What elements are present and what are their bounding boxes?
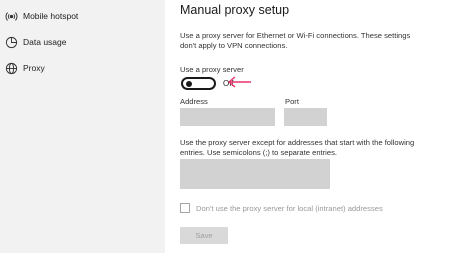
sidebar-item-mobile-hotspot[interactable]: Mobile hotspot: [0, 6, 165, 28]
hotspot-icon: [5, 10, 18, 23]
toggle-knob: [186, 81, 192, 87]
globe-icon: [5, 62, 18, 75]
local-addresses-label: Don't use the proxy server for local (in…: [196, 204, 383, 213]
sidebar-item-label: Data usage: [23, 37, 67, 47]
sidebar-item-label: Proxy: [23, 63, 45, 73]
port-input[interactable]: [284, 108, 327, 126]
arrow-annotation-icon: [228, 76, 251, 88]
use-proxy-toggle[interactable]: [181, 77, 216, 90]
address-input[interactable]: [180, 108, 275, 126]
exceptions-input[interactable]: [180, 159, 330, 189]
address-label: Address: [180, 97, 208, 106]
port-label: Port: [285, 97, 299, 106]
use-proxy-label: Use a proxy server: [180, 65, 244, 74]
local-addresses-checkbox[interactable]: [180, 203, 190, 213]
sidebar-item-label: Mobile hotspot: [23, 11, 79, 21]
sidebar-item-data-usage[interactable]: Data usage: [0, 32, 165, 54]
proxy-description: Use a proxy server for Ethernet or Wi-Fi…: [180, 31, 411, 50]
exceptions-description: Use the proxy server except for addresse…: [180, 138, 415, 157]
save-button[interactable]: Save: [180, 227, 228, 244]
sidebar-item-proxy[interactable]: Proxy: [0, 58, 165, 80]
page-title: Manual proxy setup: [180, 3, 290, 17]
sidebar: Mobile hotspot Data usage Proxy: [0, 0, 165, 253]
data-usage-icon: [5, 36, 18, 49]
proxy-settings-panel: Manual proxy setup Use a proxy server fo…: [165, 0, 474, 253]
